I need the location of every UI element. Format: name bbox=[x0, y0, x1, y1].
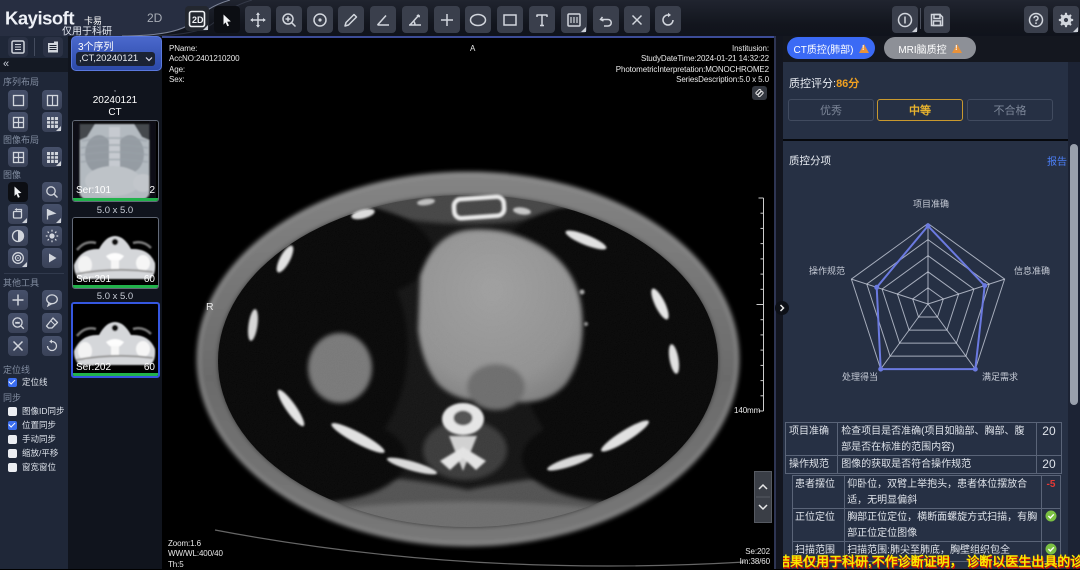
svg-text:仅用于科研: 仅用于科研 bbox=[62, 25, 112, 37]
svg-text:2D: 2D bbox=[192, 15, 204, 25]
svg-text:Kayisoft: Kayisoft bbox=[5, 8, 74, 29]
svg-text:卡易: 卡易 bbox=[84, 15, 102, 26]
